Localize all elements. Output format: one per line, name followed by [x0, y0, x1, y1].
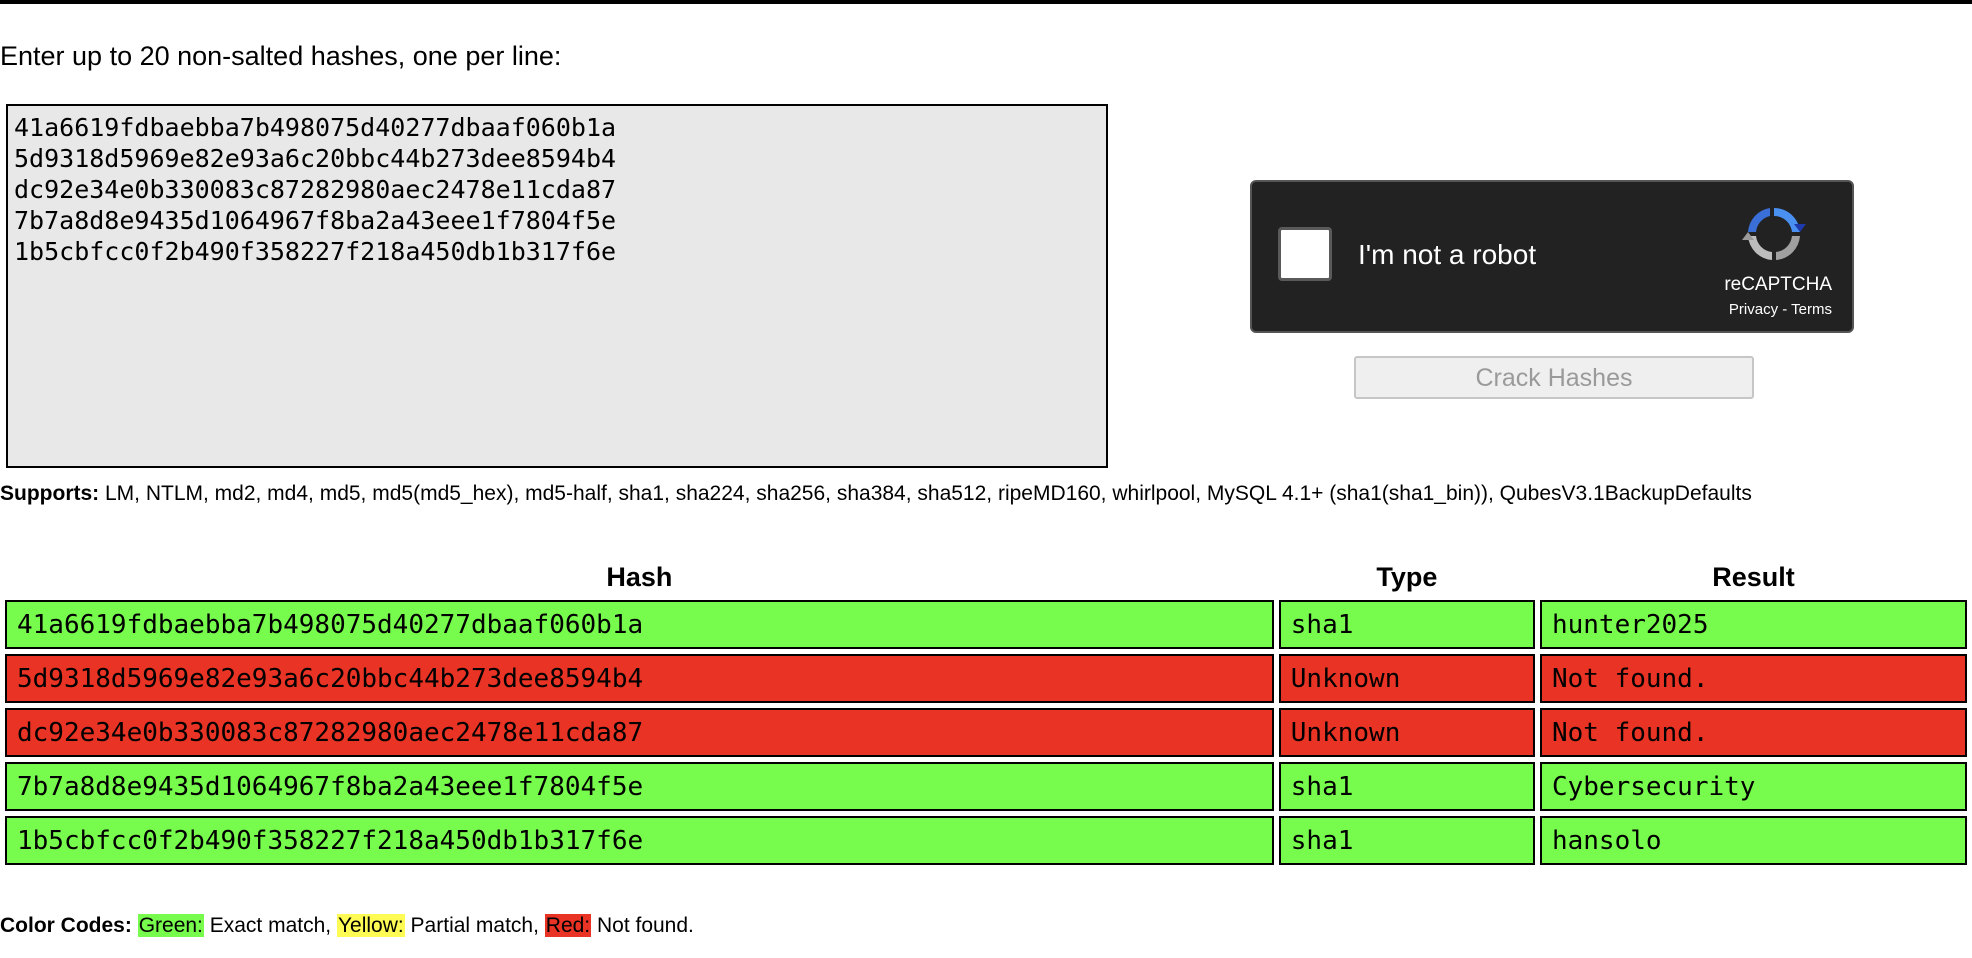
captcha-links: Privacy - Terms — [1729, 301, 1832, 318]
legend-yellow-text: Partial match, — [404, 914, 545, 937]
type-cell: sha1 — [1278, 762, 1535, 811]
captcha-brand: reCAPTCHA — [1724, 274, 1832, 295]
captcha-checkbox[interactable] — [1278, 227, 1332, 281]
header-result: Result — [1712, 561, 1795, 592]
supports-list: LM, NTLM, md2, md4, md5, md5(md5_hex), m… — [99, 482, 1752, 505]
color-codes-legend: Color Codes: Green: Exact match, Yellow:… — [0, 913, 694, 939]
recaptcha-widget: I'm not a robot reCAPTCHA Privacy - Term… — [1250, 180, 1854, 333]
legend-green-swatch: Green: — [137, 914, 204, 937]
results-table: Hash Type Result 41a6619fdbaebba7b498075… — [0, 554, 1972, 870]
hash-cell: dc92e34e0b330083c87282980aec2478e11cda87 — [5, 708, 1274, 757]
type-cell: Unknown — [1278, 654, 1535, 703]
table-row: 7b7a8d8e9435d1064967f8ba2a43eee1f7804f5e… — [5, 762, 1967, 811]
hash-cell: 1b5cbfcc0f2b490f358227f218a450db1b317f6e — [5, 816, 1274, 865]
result-cell: Cybersecurity — [1539, 762, 1967, 811]
table-row: 1b5cbfcc0f2b490f358227f218a450db1b317f6e… — [5, 816, 1967, 865]
top-border — [0, 0, 1972, 4]
captcha-label: I'm not a robot — [1358, 239, 1537, 270]
crack-hashes-button[interactable]: Crack Hashes — [1354, 356, 1754, 399]
header-type: Type — [1376, 561, 1438, 592]
type-cell: sha1 — [1278, 600, 1535, 649]
type-cell: sha1 — [1278, 816, 1535, 865]
legend-yellow-swatch: Yellow: — [336, 914, 405, 937]
result-cell: Not found. — [1539, 708, 1967, 757]
hash-cell: 41a6619fdbaebba7b498075d40277dbaaf060b1a — [5, 600, 1274, 649]
table-row: dc92e34e0b330083c87282980aec2478e11cda87… — [5, 708, 1967, 757]
recaptcha-logo-icon — [1742, 207, 1806, 260]
hash-cell: 7b7a8d8e9435d1064967f8ba2a43eee1f7804f5e — [5, 762, 1274, 811]
legend-green-text: Exact match, — [203, 914, 337, 937]
result-cell: Not found. — [1539, 654, 1967, 703]
type-cell: Unknown — [1278, 708, 1535, 757]
captcha-privacy-link[interactable]: Privacy — [1729, 301, 1778, 318]
supports-label: Supports: — [0, 482, 100, 505]
result-cell: hunter2025 — [1539, 600, 1967, 649]
header-hash: Hash — [606, 561, 673, 592]
input-instructions: Enter up to 20 non-salted hashes, one pe… — [0, 41, 562, 71]
supported-algorithms: Supports: LM, NTLM, md2, md4, md5, md5(m… — [0, 481, 1960, 506]
table-row: 41a6619fdbaebba7b498075d40277dbaaf060b1a… — [5, 600, 1967, 649]
legend-red-swatch: Red: — [544, 914, 592, 937]
captcha-terms-link[interactable]: Terms — [1791, 301, 1832, 318]
hash-cell: 5d9318d5969e82e93a6c20bbc44b273dee8594b4 — [5, 654, 1274, 703]
legend-red-text: Not found. — [591, 914, 694, 937]
hash-input[interactable] — [6, 104, 1108, 468]
legend-label: Color Codes: — [0, 914, 132, 937]
table-row: 5d9318d5969e82e93a6c20bbc44b273dee8594b4… — [5, 654, 1967, 703]
result-cell: hansolo — [1539, 816, 1967, 865]
captcha-link-separator: - — [1778, 301, 1792, 318]
